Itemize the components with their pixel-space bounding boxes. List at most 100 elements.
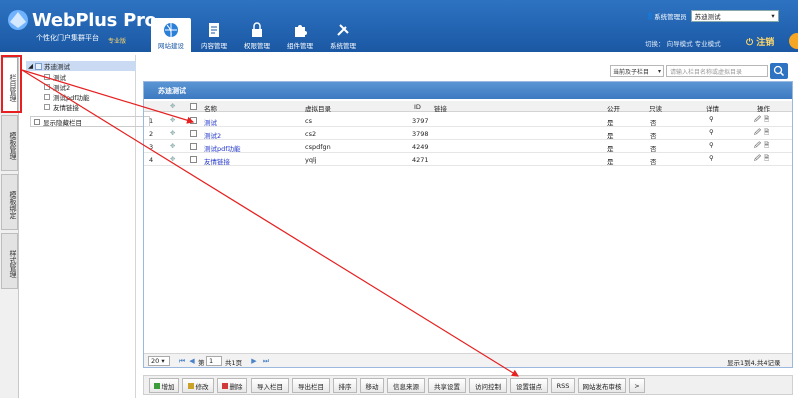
select-all-checkbox[interactable] xyxy=(190,103,197,110)
detail-magnifier-icon[interactable]: ⚲ xyxy=(709,141,714,149)
delete-button[interactable]: 删除 xyxy=(217,378,247,393)
row-name-link[interactable]: 测试2 xyxy=(204,130,221,140)
col-link[interactable]: 链接 xyxy=(434,103,447,113)
rss-button[interactable]: RSS xyxy=(551,378,575,393)
col-id[interactable]: ID xyxy=(414,103,421,111)
show-hidden-toggle[interactable]: 显示隐藏栏目 xyxy=(30,116,150,127)
sort-button[interactable]: 排序 xyxy=(333,378,357,393)
add-button[interactable]: 增加 xyxy=(149,378,179,393)
move-button[interactable]: 移动 xyxy=(360,378,384,393)
tree-item[interactable]: 友情链接 xyxy=(44,102,79,112)
search-button[interactable] xyxy=(770,63,788,79)
collapse-icon[interactable]: ◢ xyxy=(28,62,33,70)
tree-item-label: 友情链接 xyxy=(53,104,79,112)
tree-root-label: 苏迪测试 xyxy=(44,63,70,71)
row-id: 4249 xyxy=(412,143,429,151)
nav-content[interactable]: 内容管理 xyxy=(194,18,234,52)
page-size-select[interactable]: 20 ▾ xyxy=(148,356,170,366)
tree-root[interactable]: ◢ 苏迪测试 xyxy=(26,61,136,71)
nav-permission[interactable]: 权限管理 xyxy=(237,18,277,52)
edit-icon[interactable]: 🖉 xyxy=(754,115,761,126)
edit-icon[interactable]: 🖉 xyxy=(754,128,761,139)
tree-item[interactable]: 测试 xyxy=(44,72,66,82)
next-page-icon[interactable]: ▶ xyxy=(250,357,258,365)
detail-magnifier-icon[interactable]: ⚲ xyxy=(709,128,714,136)
leaf-icon xyxy=(44,84,50,90)
edit-button[interactable]: 修改 xyxy=(182,378,214,393)
row-name-link[interactable]: 友情链接 xyxy=(204,156,230,166)
chevron-down-icon: ▾ xyxy=(657,67,661,75)
import-column-button[interactable]: 导入栏目 xyxy=(251,378,289,393)
col-action[interactable]: 操作 xyxy=(757,103,770,113)
col-readonly[interactable]: 只读 xyxy=(649,103,662,113)
delete-icon[interactable]: 🗎 xyxy=(764,115,769,126)
more-button[interactable]: > xyxy=(629,378,645,393)
site-select[interactable]: 苏迪测试 ▾ xyxy=(690,10,779,22)
move-icon[interactable]: ✥ xyxy=(170,142,175,150)
nav-label: 网站建设 xyxy=(158,42,184,50)
logout-button[interactable]: ⏻ 注销 xyxy=(746,35,774,48)
row-index: 2 xyxy=(149,130,154,138)
move-icon[interactable]: ✥ xyxy=(170,116,175,124)
table-row[interactable]: 1 ✥ 测试 cs 3797 是 否 ⚲ 🖉 🗎 xyxy=(144,114,792,127)
nav-system[interactable]: 系统管理 xyxy=(323,18,363,52)
delete-icon[interactable]: 🗎 xyxy=(764,154,769,165)
col-public[interactable]: 公开 xyxy=(607,103,620,113)
scope-select[interactable]: 当前及子栏目 ▾ xyxy=(610,65,664,77)
access-control-button[interactable]: 访问控制 xyxy=(469,378,507,393)
top-nav: 网站建设 内容管理 权限管理 组件管理 系统管理 xyxy=(151,18,366,52)
button-label: 删除 xyxy=(229,382,243,391)
page-number-input[interactable]: 1 xyxy=(206,356,222,366)
col-detail[interactable]: 详情 xyxy=(706,103,719,113)
search-input[interactable]: 请输入栏目名称或虚拟目录 xyxy=(666,65,768,77)
move-icon[interactable]: ✥ xyxy=(170,129,175,137)
tree-item[interactable]: 测试pdf功能 xyxy=(44,92,90,102)
detail-magnifier-icon[interactable]: ⚲ xyxy=(709,115,714,123)
edit-icon[interactable]: 🖉 xyxy=(754,141,761,152)
side-toggle-icon[interactable] xyxy=(789,33,798,49)
detail-magnifier-icon[interactable]: ⚲ xyxy=(709,154,714,162)
table-row[interactable]: 4 ✥ 友情链接 yqlj 4271 是 否 ⚲ 🖉 🗎 xyxy=(144,153,792,166)
tab-template-manage[interactable]: 模板管理 xyxy=(1,115,18,171)
tab-template-bind[interactable]: 模板绑定 xyxy=(1,174,18,230)
first-page-icon[interactable]: ⏮ xyxy=(178,357,186,365)
nav-component[interactable]: 组件管理 xyxy=(280,18,320,52)
top-header: WebPlus Pro 个性化门户集群平台 专业版 网站建设 内容管理 权限管理… xyxy=(0,0,798,52)
share-settings-button[interactable]: 共享设置 xyxy=(428,378,466,393)
prev-page-icon[interactable]: ◀ xyxy=(188,357,196,365)
row-checkbox[interactable] xyxy=(190,117,197,124)
table-row[interactable]: 2 ✥ 测试2 cs2 3798 是 否 ⚲ 🖉 🗎 xyxy=(144,127,792,140)
row-checkbox[interactable] xyxy=(190,143,197,150)
delete-icon[interactable]: 🗎 xyxy=(764,141,769,152)
puzzle-icon xyxy=(295,25,307,37)
edit-icon[interactable]: 🖉 xyxy=(754,154,761,165)
tree-item-label: 测试pdf功能 xyxy=(53,94,90,102)
col-name[interactable]: 名称 xyxy=(204,103,217,113)
table-row[interactable]: 3 ✥ 测试pdf功能 cspdfgn 4249 是 否 ⚲ 🖉 🗎 xyxy=(144,140,792,153)
checkbox[interactable] xyxy=(34,118,40,125)
row-virtual-dir: cs2 xyxy=(305,130,317,138)
row-name-link[interactable]: 测试 xyxy=(204,117,217,127)
record-summary: 显示1到4,共4记录 xyxy=(727,359,781,367)
mode-switch[interactable]: 切换： 向导模式 专业模式 xyxy=(645,38,721,48)
last-page-icon[interactable]: ⏭ xyxy=(262,357,270,365)
site-select-value: 苏迪测试 xyxy=(694,13,721,21)
info-source-button[interactable]: 信息来源 xyxy=(387,378,425,393)
row-checkbox[interactable] xyxy=(190,130,197,137)
nav-site-build[interactable]: 网站建设 xyxy=(151,18,191,52)
nav-label: 权限管理 xyxy=(244,42,270,50)
tree-item[interactable]: 测试2 xyxy=(44,82,70,92)
move-icon[interactable]: ✥ xyxy=(170,155,175,163)
folder-icon xyxy=(35,62,42,70)
admin-label: 系统管理员 xyxy=(654,13,687,21)
row-name-link[interactable]: 测试pdf功能 xyxy=(204,143,241,153)
delete-icon[interactable]: 🗎 xyxy=(764,128,769,139)
publish-review-button[interactable]: 网站发布审核 xyxy=(578,378,626,393)
col-virtual-dir[interactable]: 虚拟目录 xyxy=(305,103,331,113)
set-anchor-button[interactable]: 设置锚点 xyxy=(510,378,548,393)
export-column-button[interactable]: 导出栏目 xyxy=(292,378,330,393)
row-checkbox[interactable] xyxy=(190,156,197,163)
show-hidden-label: 显示隐藏栏目 xyxy=(43,118,82,127)
tab-style-manage[interactable]: 样式管理 xyxy=(1,233,18,289)
row-readonly: 否 xyxy=(650,132,657,140)
